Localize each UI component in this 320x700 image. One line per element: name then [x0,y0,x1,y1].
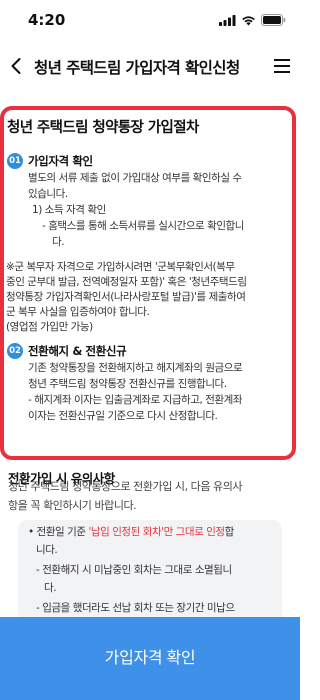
step-1-line: 다. [52,236,65,248]
step-2-line: - 해지계좌 이자는 입출금계좌로 지급하고, 전환계좌 [28,394,243,406]
status-icons [219,14,286,26]
step-1-line: - 홈택스를 통해 소득서류를 실시간으로 확인합니 [42,220,244,232]
check-eligibility-button[interactable]: 가입자격 확인 [0,617,300,700]
military-note-line: ※군 복무자 자격으로 가입하시려면 '군복무확인서(복무 [6,261,235,273]
step-2-badge: 02 [7,343,23,359]
step-1-line: 별도의 서류 제출 없이 가입대상 여부를 확인하실 수 [28,172,242,184]
step-2-line: 이자는 전환신규일 기준으로 다시 산정합니다. [28,410,218,422]
battery-icon [261,14,286,26]
card-line: 다. [44,582,57,594]
step-1-badge: 01 [7,153,23,169]
back-button[interactable] [4,52,28,80]
step-2-line: 기존 청약통장을 전환해지하고 해지계좌의 원금으로 [28,362,243,374]
military-note-line: 청약통장 가입자격확인서(나라사랑포털 발급)'를 제출하여 [6,291,246,303]
status-time: 4:20 [28,11,66,29]
nav-header: 청년 주택드림 가입자격 확인신청 [0,44,300,88]
military-note-line: 군 복무 사실을 입증하여야 합니다. [6,306,150,318]
status-bar: 4:20 [0,0,300,40]
step-2-line: 청년 주택드림 청약통장 전환신규를 진행합니다. [28,378,227,390]
military-note-line: (영업점 가입만 가능) [6,321,93,333]
card-line: - 입금을 했더라도 선납 회차 또는 장기간 미납으 [36,602,235,614]
caution-description: 항을 꼭 확인하시기 바랍니다. [8,499,137,512]
step-1-title: 가입자격 확인 [28,154,93,168]
step-2-title: 전환해지 & 전환신규 [28,344,127,358]
chevron-left-icon [11,58,21,74]
caution-description: 청년 주택드림 청약통장으로 전환가입 시, 다음 유의사 [8,480,243,493]
card-line: - 전환해지 시 미납중인 회차는 그대로 소멸됩니 [36,564,232,576]
step-1-line: 1) 소득 자격 확인 [32,204,106,216]
hamburger-menu-icon [274,59,290,73]
wifi-icon [242,15,255,25]
card-line: 니다. [36,544,58,556]
menu-button[interactable] [272,56,292,76]
military-note-line: 중인 군부대 발급, 전역예정일자 포함)' 혹은 '청년주택드림 [6,276,247,288]
signal-icon [219,14,236,26]
card-bullet-line: • 전환일 기준 '납입 인정된 회차'만 그대로 인정합 [28,526,234,538]
highlight-text: '납입 인정된 회차'만 그대로 인정 [88,526,225,538]
procedure-title: 청년 주택드림 청약통장 가입절차 [7,120,199,136]
page-title: 청년 주택드림 가입자격 확인신청 [34,59,240,77]
step-1-line: 있습니다. [28,188,68,200]
